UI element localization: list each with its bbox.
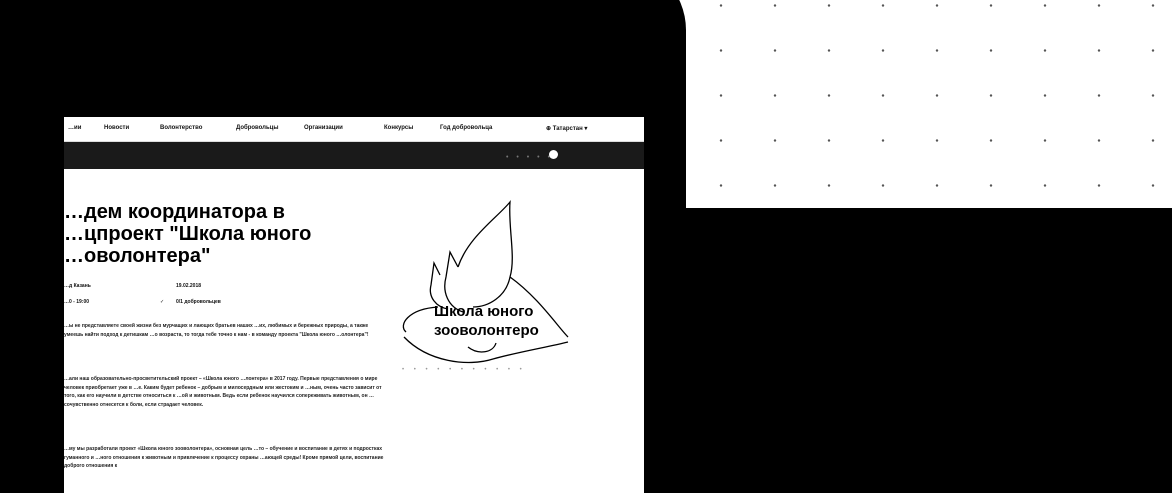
black-background-block <box>686 208 1172 493</box>
region-selector[interactable]: ⊕ Татарстан ▾ <box>546 125 587 132</box>
article-title: …дем координатора в …цпроект "Школа юного… <box>64 201 312 267</box>
nav-item-volunteers[interactable]: Добровольцы <box>236 125 279 131</box>
dotted-background <box>686 0 1172 208</box>
device-frame-left <box>0 0 72 243</box>
article-paragraph: …али наш образовательно-просветительский… <box>64 376 382 408</box>
carousel-dots: • • • • • • • • • • • <box>402 367 526 373</box>
event-organizer: …д Казань <box>64 283 91 289</box>
logo-text-line1: Школа юного <box>434 303 534 320</box>
event-date: 19.02.2018 <box>176 283 202 289</box>
logo-text-line2: зооволонтеро <box>434 322 539 339</box>
nav-item-news[interactable]: Новости <box>104 125 129 131</box>
nav-item-volunteer-year[interactable]: Год добровольца <box>440 125 492 131</box>
website-screen: …ии Новости Волонтерство Добровольцы Орг… <box>64 117 644 493</box>
sub-header-bar: • • • • • <box>64 142 644 169</box>
school-logo-icon <box>402 199 569 364</box>
slider-knob[interactable] <box>549 150 558 159</box>
volunteer-icon: ✓ <box>160 299 165 305</box>
article-paragraph: …ы не представляете своей жизни без мурч… <box>64 323 369 338</box>
event-volunteers: 0/1 добровольцев <box>176 299 221 305</box>
nav-item-organizations[interactable]: Организации <box>304 125 343 131</box>
progress-dots: • • • • • <box>506 154 554 161</box>
nav-item-partial[interactable]: …ии <box>68 125 81 131</box>
top-navigation: …ии Новости Волонтерство Добровольцы Орг… <box>64 117 644 142</box>
event-time: …0 - 19:00 <box>64 299 90 305</box>
nav-item-contests[interactable]: Конкурсы <box>384 125 413 131</box>
nav-item-volunteering[interactable]: Волонтерство <box>160 125 202 131</box>
article-paragraph: …му мы разработали проект «Школа юного з… <box>64 446 384 469</box>
